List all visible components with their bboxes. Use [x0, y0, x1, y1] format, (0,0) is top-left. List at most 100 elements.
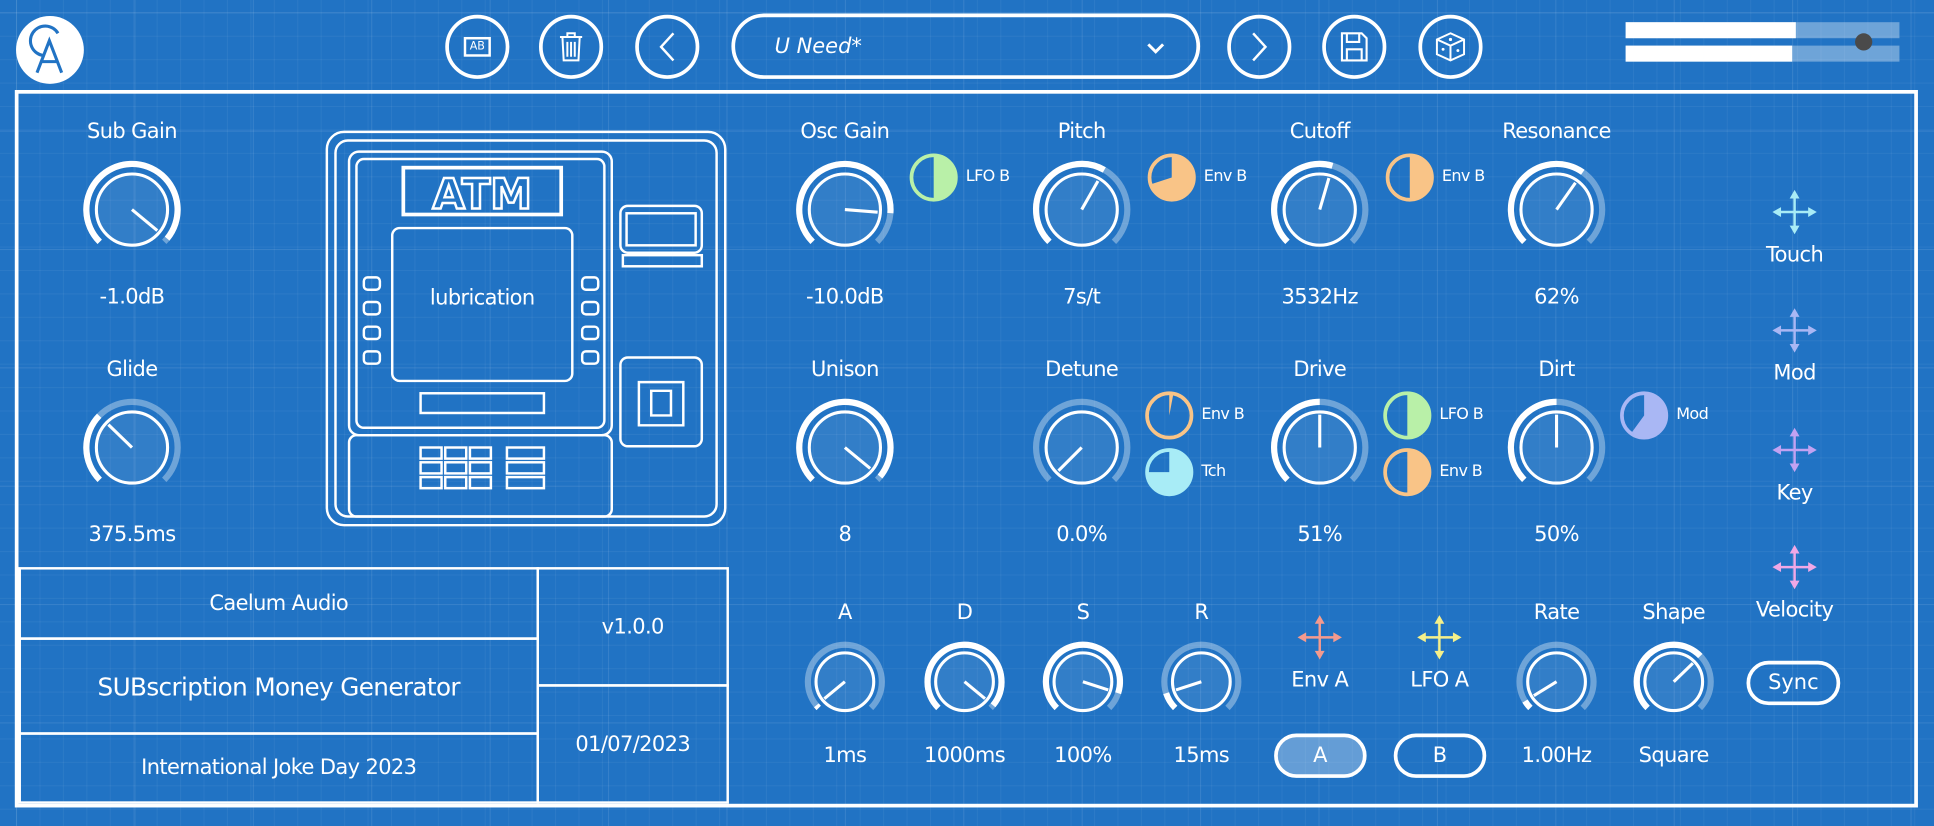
osc-gain-knob[interactable]: [791, 155, 900, 263]
decay-label: D: [956, 600, 973, 626]
atm-illustration: ATM: [325, 130, 727, 527]
dirt-knob[interactable]: [1502, 393, 1611, 501]
resonance-label: Resonance: [1502, 119, 1611, 145]
delete-preset-button[interactable]: [538, 14, 604, 79]
osc-gain-label: Osc Gain: [800, 119, 890, 145]
detune-envb-mod-amount[interactable]: [1142, 388, 1196, 442]
trash-icon: [559, 32, 583, 62]
env-b-select-button[interactable]: B: [1393, 733, 1487, 778]
sub-gain-value: -1.0dB: [99, 284, 166, 310]
decay-knob[interactable]: [919, 636, 1010, 727]
company-name: Caelum Audio: [18, 567, 539, 640]
pitch-envb-mod-label: Env B: [1203, 167, 1247, 187]
key-source-label: Key: [1776, 480, 1814, 506]
env-a-select-button[interactable]: A: [1274, 733, 1367, 778]
detune-tch-mod-amount[interactable]: [1142, 445, 1196, 499]
cutoff-envb-mod-label: Env B: [1441, 167, 1485, 187]
release-knob[interactable]: [1156, 636, 1247, 727]
cutoff-value: 3532Hz: [1281, 284, 1359, 310]
randomize-button[interactable]: [1418, 14, 1483, 79]
glide-knob[interactable]: [78, 393, 187, 501]
unison-value: 8: [838, 522, 852, 548]
chevron-left-icon: [659, 32, 675, 62]
drive-lfob-mod-amount[interactable]: [1380, 388, 1434, 442]
dirt-mod-mod-label: Mod: [1676, 405, 1709, 425]
osc-gain-value: -10.0dB: [806, 284, 884, 310]
attack-value: 1ms: [823, 743, 867, 769]
unison-knob[interactable]: [791, 393, 900, 501]
previous-preset-button[interactable]: [635, 14, 700, 79]
touch-drag-handle-icon[interactable]: [1770, 187, 1819, 236]
meter-fill-right: [1625, 45, 1793, 62]
lfo-a-source-label: LFO A: [1410, 668, 1469, 693]
sub-gain-label: Sub Gain: [87, 119, 177, 145]
pitch-label: Pitch: [1057, 119, 1107, 145]
attack-knob[interactable]: [799, 636, 890, 727]
detune-envb-mod-label: Env B: [1201, 405, 1245, 425]
glide-label: Glide: [106, 357, 158, 383]
rate-label: Rate: [1533, 600, 1580, 626]
sub-gain-knob[interactable]: [78, 155, 187, 263]
drive-knob[interactable]: [1265, 393, 1374, 501]
meter-fill-left: [1625, 22, 1796, 39]
save-icon: [1340, 32, 1368, 62]
drive-envb-mod-label: Env B: [1439, 462, 1483, 481]
velocity-source-label: Velocity: [1755, 597, 1834, 623]
save-preset-button[interactable]: [1322, 14, 1387, 79]
env-a-source-label: Env A: [1291, 668, 1349, 693]
drive-value: 51%: [1297, 522, 1343, 548]
sustain-value: 100%: [1054, 743, 1112, 769]
version-label: v1.0.0: [536, 567, 729, 687]
chevron-down-icon: [1147, 43, 1165, 54]
unison-label: Unison: [810, 357, 879, 383]
pitch-knob[interactable]: [1027, 155, 1136, 263]
detune-knob[interactable]: [1027, 393, 1136, 501]
lfo-sync-button[interactable]: Sync: [1746, 660, 1841, 706]
edition-name: International Joke Day 2023: [18, 732, 539, 804]
date-label: 01/07/2023: [536, 684, 729, 804]
logo: [16, 16, 84, 84]
mod-drag-handle-icon[interactable]: [1770, 306, 1819, 355]
preset-dropdown[interactable]: U Need*: [731, 13, 1201, 79]
atm-screen-text: lubrication: [429, 286, 535, 311]
drive-lfob-mod-label: LFO B: [1439, 405, 1484, 425]
detune-tch-mod-label: Tch: [1201, 462, 1226, 481]
release-value: 15ms: [1173, 743, 1230, 769]
dirt-mod-mod-amount[interactable]: [1617, 388, 1671, 442]
cutoff-label: Cutoff: [1289, 119, 1351, 145]
lfo-a-drag-handle-icon[interactable]: [1415, 613, 1464, 662]
ab-compare-button[interactable]: AB: [445, 14, 510, 79]
ab-icon: AB: [463, 36, 492, 57]
product-name: SUBscription Money Generator: [18, 637, 539, 735]
pitch-envb-mod-amount[interactable]: [1145, 150, 1199, 204]
decay-value: 1000ms: [924, 743, 1006, 769]
drive-envb-mod-amount[interactable]: [1380, 445, 1434, 499]
attack-label: A: [838, 600, 852, 626]
sustain-knob[interactable]: [1037, 636, 1128, 727]
resonance-value: 62%: [1534, 284, 1579, 310]
drive-label: Drive: [1293, 357, 1347, 383]
dice-icon: [1435, 32, 1466, 62]
cutoff-knob[interactable]: [1265, 155, 1374, 263]
dirt-value: 50%: [1534, 522, 1579, 548]
sustain-label: S: [1076, 600, 1090, 626]
key-drag-handle-icon[interactable]: [1770, 425, 1819, 474]
rate-knob[interactable]: [1511, 636, 1602, 727]
shape-label: Shape: [1642, 600, 1706, 626]
touch-source-label: Touch: [1766, 242, 1824, 268]
osc-lfob-mod-label: LFO B: [965, 167, 1010, 187]
preset-name: U Need*: [774, 34, 862, 60]
mod-source-label: Mod: [1773, 361, 1816, 386]
atm-title: ATM: [433, 169, 532, 218]
env-a-drag-handle-icon[interactable]: [1295, 613, 1344, 662]
glide-value: 375.5ms: [88, 522, 176, 548]
resonance-knob[interactable]: [1502, 155, 1611, 263]
output-meter: [1625, 22, 1900, 62]
shape-knob[interactable]: [1628, 636, 1719, 727]
osc-lfob-mod-amount[interactable]: [907, 150, 961, 204]
chevron-right-icon: [1252, 32, 1268, 62]
cutoff-envb-mod-amount[interactable]: [1383, 150, 1437, 204]
detune-label: Detune: [1045, 357, 1119, 383]
velocity-drag-handle-icon[interactable]: [1770, 542, 1819, 591]
next-preset-button[interactable]: [1227, 14, 1292, 79]
